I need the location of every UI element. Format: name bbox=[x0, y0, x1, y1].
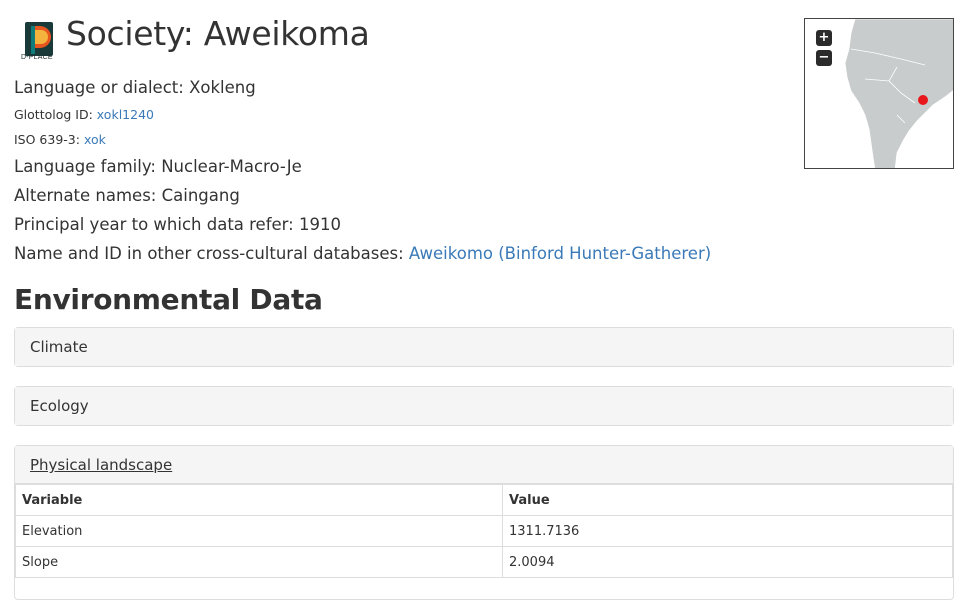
glottolog-link[interactable]: xokl1240 bbox=[97, 107, 154, 122]
language-label: Language or dialect: bbox=[14, 78, 184, 97]
table-row: Elevation 1311.7136 bbox=[15, 515, 953, 547]
iso-label: ISO 639-3: bbox=[14, 132, 80, 147]
page-title: Society: Aweikoma bbox=[66, 14, 370, 53]
alternate-value: Caingang bbox=[161, 186, 240, 205]
iso-row: ISO 639-3: xok bbox=[14, 132, 106, 147]
physical-landscape-panel: Physical landscape Variable Value Elevat… bbox=[14, 445, 954, 600]
table-row: Slope 2.0094 bbox=[15, 546, 953, 578]
climate-panel-heading[interactable]: Climate bbox=[15, 328, 953, 366]
language-row: Language or dialect: Xokleng bbox=[14, 78, 256, 97]
glottolog-row: Glottolog ID: xokl1240 bbox=[14, 107, 154, 122]
ecology-panel-heading[interactable]: Ecology bbox=[15, 387, 953, 425]
table-header-row: Variable Value bbox=[15, 484, 953, 516]
climate-panel[interactable]: Climate bbox=[14, 327, 954, 367]
land-shape bbox=[844, 19, 953, 168]
zoom-in-button[interactable]: + bbox=[816, 30, 832, 46]
alternate-label: Alternate names: bbox=[14, 186, 157, 205]
glottolog-label: Glottolog ID: bbox=[14, 107, 93, 122]
value-cell: 1311.7136 bbox=[502, 515, 953, 547]
family-label: Language family: bbox=[14, 157, 156, 176]
year-row: Principal year to which data refer: 1910 bbox=[14, 215, 341, 234]
language-value: Xokleng bbox=[189, 78, 256, 97]
databases-link[interactable]: Aweikomo (Binford Hunter-Gatherer) bbox=[409, 244, 711, 263]
physical-landscape-table: Variable Value Elevation 1311.7136 Slope… bbox=[15, 484, 953, 578]
family-row: Language family: Nuclear-Macro-Je bbox=[14, 157, 302, 176]
databases-label: Name and ID in other cross-cultural data… bbox=[14, 244, 404, 263]
zoom-out-button[interactable]: − bbox=[816, 50, 832, 66]
databases-row: Name and ID in other cross-cultural data… bbox=[14, 244, 711, 263]
logo-text: D-PLACE bbox=[21, 54, 53, 61]
value-cell: 2.0094 bbox=[502, 546, 953, 578]
year-value: 1910 bbox=[298, 215, 341, 234]
year-label: Principal year to which data refer: bbox=[14, 215, 294, 234]
ecology-panel[interactable]: Ecology bbox=[14, 386, 954, 426]
society-location-marker[interactable] bbox=[918, 95, 928, 105]
variable-cell: Slope bbox=[15, 546, 503, 578]
environmental-data-heading: Environmental Data bbox=[14, 283, 323, 316]
variable-column-header: Variable bbox=[15, 484, 503, 516]
iso-link[interactable]: xok bbox=[84, 132, 106, 147]
variable-cell: Elevation bbox=[15, 515, 503, 547]
value-column-header: Value bbox=[502, 484, 953, 516]
alternate-names-row: Alternate names: Caingang bbox=[14, 186, 240, 205]
physical-landscape-panel-heading[interactable]: Physical landscape bbox=[15, 446, 953, 484]
family-value: Nuclear-Macro-Je bbox=[161, 157, 302, 176]
location-map[interactable]: + − bbox=[804, 18, 954, 169]
